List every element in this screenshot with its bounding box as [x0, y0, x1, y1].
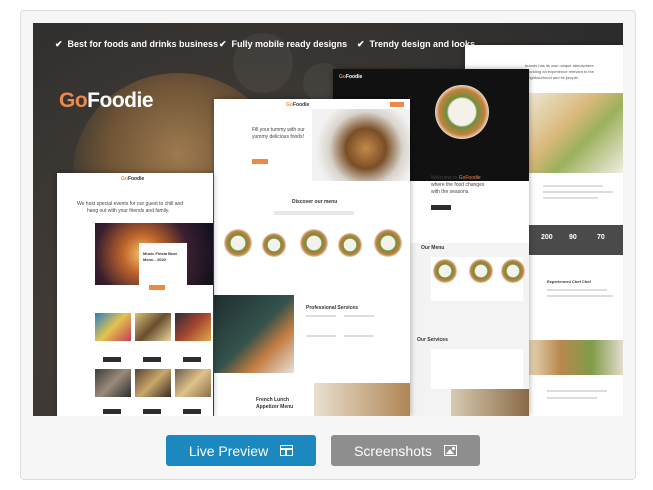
text-line	[547, 295, 613, 297]
event-card	[139, 243, 187, 285]
check-icon: ✔	[357, 39, 365, 49]
lunch-heading: French Lunch	[256, 397, 290, 403]
text-line	[306, 315, 336, 317]
event-thumb	[175, 369, 211, 397]
stat-value: 70	[597, 234, 605, 241]
mini-logo: GoFoodie	[339, 74, 363, 80]
check-icon: ✔	[55, 39, 63, 49]
events-intro: We host special events for our guest to …	[77, 201, 184, 207]
event-title: Menu - 2020	[143, 257, 166, 262]
mini-logo: GoFoodie	[286, 102, 310, 108]
event-button	[183, 409, 201, 414]
mini-logo: GoFoodie	[121, 176, 145, 182]
menu-dish-photo	[469, 259, 493, 283]
menu-tabs	[274, 211, 354, 215]
mini-cta-button	[390, 102, 404, 107]
feature-item: ✔ Trendy design and looks	[357, 39, 476, 49]
live-preview-button[interactable]: Live Preview	[166, 435, 316, 466]
lunch-photo	[314, 383, 410, 416]
event-thumb	[135, 369, 171, 397]
event-button	[183, 357, 201, 362]
menu-dish-photo	[501, 259, 525, 283]
menu-heading: Our Menu	[421, 245, 445, 251]
stat-value: 90	[569, 234, 577, 241]
event-button	[103, 409, 121, 414]
event-button	[143, 357, 161, 362]
event-thumb	[135, 313, 171, 341]
event-button	[143, 409, 161, 414]
food-photo	[529, 340, 623, 375]
hero-text: Fill your tummy with our	[252, 127, 305, 133]
plate-photo	[214, 295, 294, 373]
hero-text: yummy delicious foods!	[252, 134, 304, 140]
text-line	[344, 335, 374, 337]
event-thumb	[95, 313, 131, 341]
check-icon: ✔	[219, 39, 227, 49]
lunch-heading: Appetizer Menu	[256, 404, 294, 410]
text-line	[543, 197, 598, 199]
menu-dish-photo	[262, 233, 286, 257]
text-line	[547, 397, 597, 399]
text-line	[543, 185, 603, 187]
welcome-text: with the seasons.	[431, 189, 470, 195]
chef-heading: Experienced Chef Chef	[547, 279, 591, 284]
layout-icon	[280, 445, 294, 456]
text-line	[344, 315, 374, 317]
feature-item: ✔ Best for foods and drinks business	[55, 39, 219, 49]
menu-dish-photo	[224, 229, 252, 257]
burger-photo	[312, 109, 410, 181]
text-line	[306, 335, 336, 337]
text-line	[547, 390, 607, 392]
feature-item: ✔ Fully mobile ready designs	[219, 39, 348, 49]
food-plate-photo	[435, 85, 489, 139]
stat-value: 200	[541, 234, 553, 241]
footer-photo	[451, 389, 529, 416]
menu-dish-photo	[433, 259, 457, 283]
menu-dish-photo	[338, 233, 362, 257]
events-intro: hang out with your friends and family.	[87, 208, 170, 214]
text-line	[547, 289, 607, 291]
food-photo	[529, 93, 623, 173]
order-button	[252, 159, 268, 164]
read-more-button	[431, 205, 451, 210]
screenshot-events-page: GoFoodie We host special events for our …	[57, 173, 213, 416]
book-button	[149, 285, 165, 290]
action-buttons: Live Preview Screenshots	[0, 435, 653, 466]
event-thumb	[175, 313, 211, 341]
about-text: brands has its own unique atmosphere	[525, 63, 594, 68]
gofoodie-logo: GoFoodie	[59, 89, 153, 112]
about-text: providing an experience relevant to the	[525, 69, 594, 74]
screenshot-menu-page: GoFoodie Fill your tummy with our yummy …	[214, 99, 410, 416]
menu-dish-photo	[300, 229, 328, 257]
image-icon	[443, 445, 457, 456]
menu-dish-photo	[374, 229, 402, 257]
event-thumb	[95, 369, 131, 397]
services-heading: Professional Services	[306, 305, 358, 311]
about-text: neighbourhood and its people.	[525, 75, 579, 80]
theme-preview-banner[interactable]: ✔ Best for foods and drinks business ✔ Ful…	[33, 23, 623, 416]
text-line	[543, 191, 613, 193]
welcome-text: Welcome to GoFoodie	[431, 175, 481, 181]
services-heading: Our Services	[417, 337, 448, 343]
screenshots-button[interactable]: Screenshots	[331, 435, 480, 466]
welcome-text: where the food changes	[431, 182, 485, 188]
event-title: Music Fiesta Beat	[143, 251, 177, 256]
event-button	[103, 357, 121, 362]
menu-heading: Discover our menu	[292, 199, 338, 205]
services-row	[431, 349, 523, 389]
